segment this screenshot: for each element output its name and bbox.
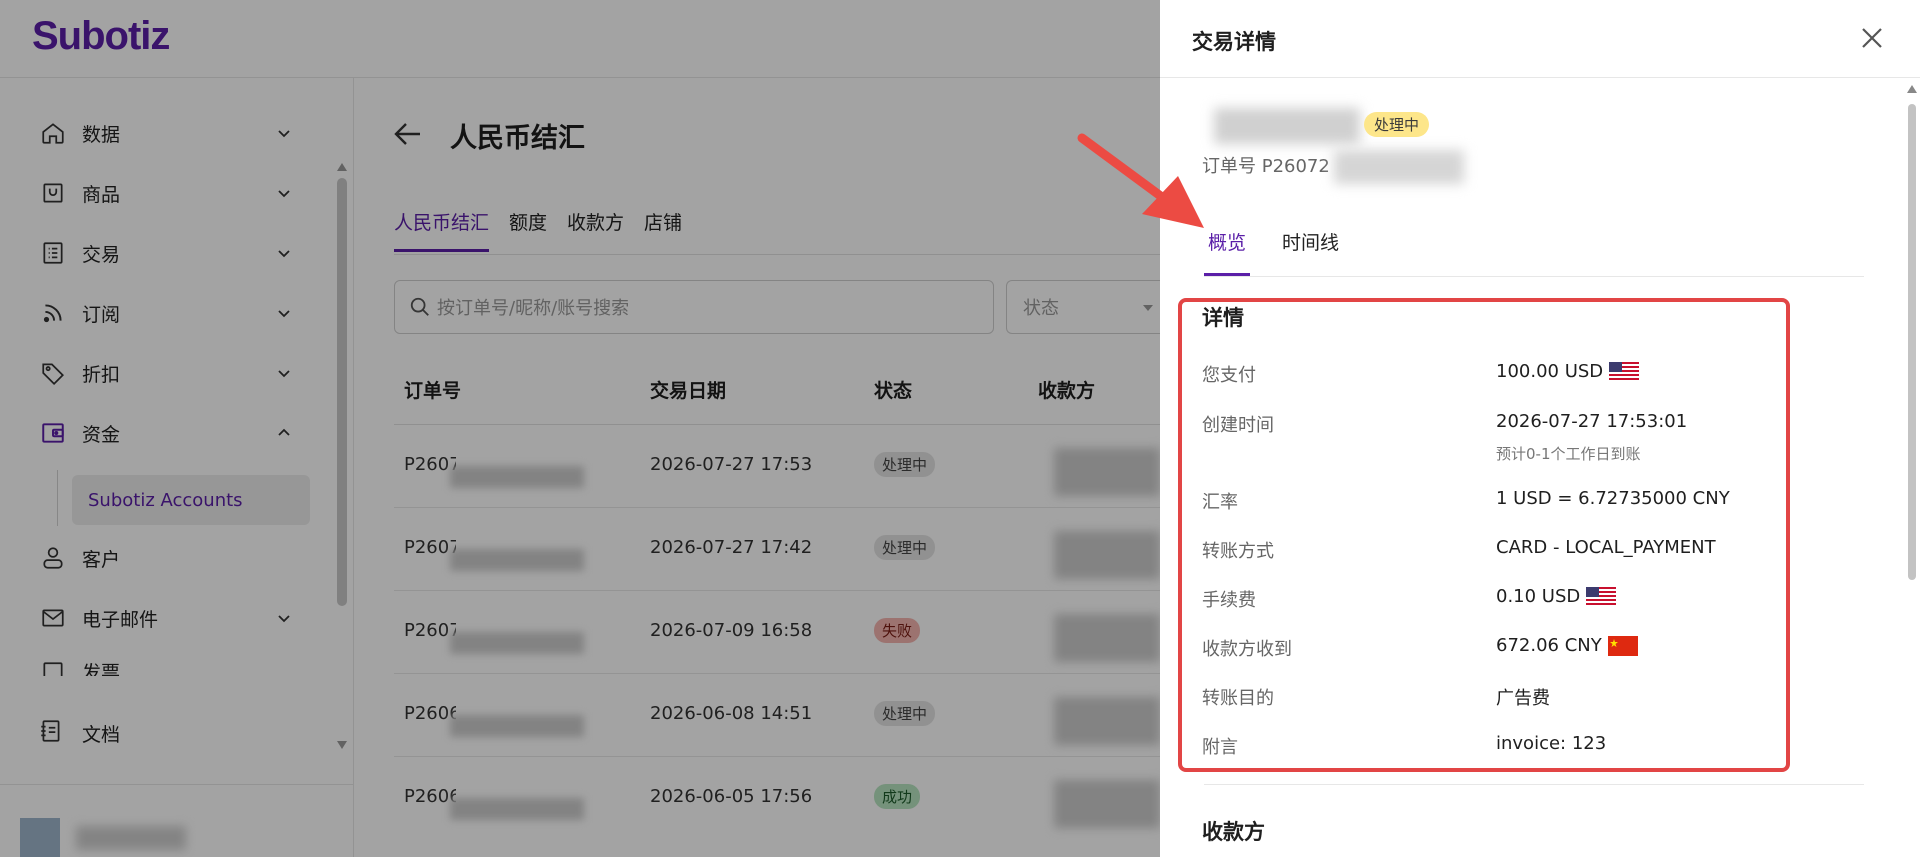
detail-key: 您支付 — [1202, 365, 1256, 386]
payee-section-title: 收款方 — [1202, 820, 1265, 844]
drawer-header: 交易详情 — [1160, 0, 1920, 78]
detail-value: 2026-07-27 17:53:01 — [1496, 411, 1688, 432]
close-icon[interactable] — [1856, 22, 1888, 54]
detail-value: 广告费 — [1496, 688, 1550, 709]
detail-value: invoice: 123 — [1496, 733, 1607, 754]
details-section-title: 详情 — [1202, 306, 1244, 330]
detail-value: CARD - LOCAL_PAYMENT — [1496, 537, 1716, 558]
arrival-estimate-note: 预计0-1个工作日到账 — [1496, 445, 1641, 463]
detail-key: 创建时间 — [1202, 415, 1274, 436]
order-number-label: 订单号 P26072 — [1202, 156, 1330, 177]
us-flag-icon — [1609, 361, 1640, 382]
us-flag-icon — [1586, 586, 1617, 607]
detail-value: 672.06 CNY — [1496, 635, 1602, 656]
detail-value-payee-receives: 672.06 CNY — [1496, 635, 1638, 656]
detail-key: 附言 — [1202, 737, 1238, 758]
drawer-tabs-divider — [1204, 276, 1864, 277]
blurred-transaction-id — [1214, 108, 1360, 144]
detail-key: 收款方收到 — [1202, 639, 1292, 660]
tab-overview[interactable]: 概览 — [1204, 224, 1251, 276]
detail-value: 1 USD = 6.72735000 CNY — [1496, 488, 1730, 509]
status-badge: 处理中 — [1364, 112, 1430, 137]
drawer-title: 交易详情 — [1192, 30, 1276, 54]
annotation-arrow-icon — [1077, 133, 1204, 228]
modal-overlay[interactable] — [0, 0, 1160, 857]
detail-value: 0.10 USD — [1496, 586, 1581, 607]
drawer-scroll-thumb[interactable] — [1908, 104, 1916, 580]
detail-value-you-pay: 100.00 USD — [1496, 361, 1640, 382]
section-divider — [1204, 784, 1864, 785]
cn-flag-icon — [1607, 635, 1638, 656]
tab-timeline[interactable]: 时间线 — [1278, 224, 1343, 276]
detail-key: 手续费 — [1202, 590, 1256, 611]
detail-key: 转账方式 — [1202, 541, 1274, 562]
blurred-order-suffix — [1334, 150, 1464, 184]
transaction-detail-drawer: 交易详情 处理中 订单号 P26072 概览 时间线 详情 您支付 100.00… — [1160, 0, 1920, 857]
detail-value-fee: 0.10 USD — [1496, 586, 1617, 607]
detail-key: 转账目的 — [1202, 688, 1274, 709]
scroll-up-icon[interactable] — [1906, 84, 1918, 94]
detail-key: 汇率 — [1202, 492, 1238, 513]
drawer-tabs: 概览 时间线 — [1204, 224, 1343, 276]
detail-value: 100.00 USD — [1496, 361, 1604, 382]
